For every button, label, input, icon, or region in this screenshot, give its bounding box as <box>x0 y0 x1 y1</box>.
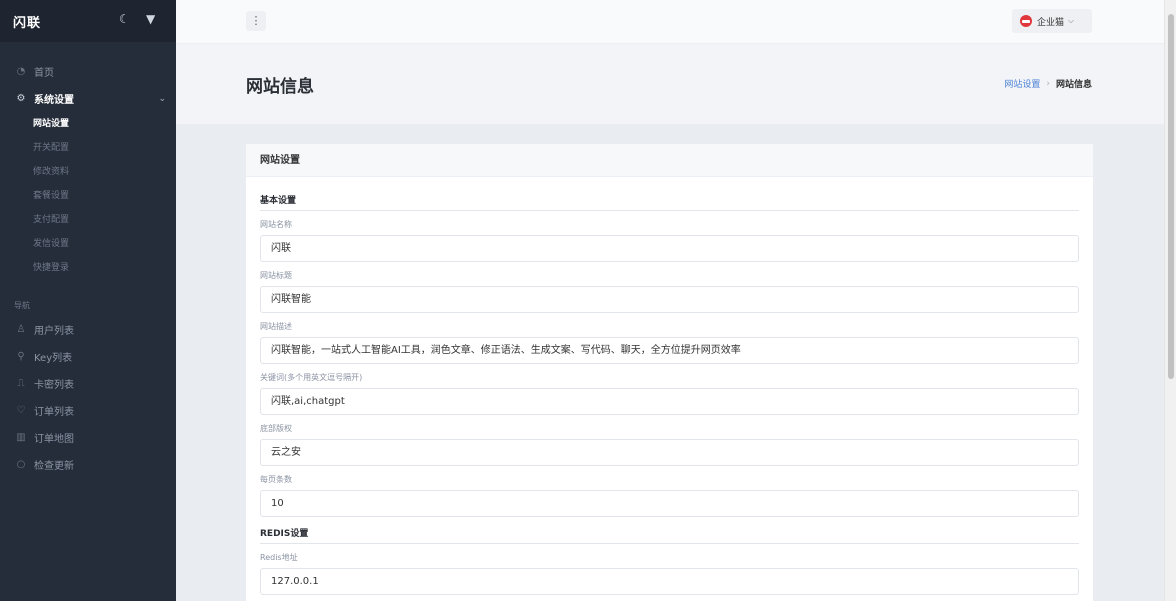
sidebar-item-label: 订单列表 <box>34 407 74 418</box>
sidebar-item-system-settings[interactable]: ⚙ 系统设置 ⌄ <box>0 85 176 112</box>
sidebar-item-order-map[interactable]: ▥ 订单地图 <box>0 424 176 451</box>
site-desc-input[interactable]: 闪联智能，一站式人工智能AI工具，润色文章、修正语法、生成文案、写代码、聊天，全… <box>260 337 1079 364</box>
chevron-right-icon: › <box>1046 78 1050 89</box>
redis-address-label: Redis地址 <box>260 553 298 562</box>
breadcrumb: 网站设置 › 网站信息 <box>1004 77 1092 91</box>
breadcrumb-current: 网站信息 <box>1055 80 1092 90</box>
sidebar: 闪联 ☾ ▼ ◔ 首页 ⚙ 系统设置 ⌄ 网站设置 开关配置 修改资料 套餐设置… <box>0 0 176 601</box>
settings-icon: ⚙ <box>16 93 26 104</box>
sidebar-subitem-quick-login[interactable]: 快捷登录 <box>0 256 176 280</box>
moon-icon[interactable]: ☾ <box>119 12 130 26</box>
sidebar-subitem-payment-config[interactable]: 支付配置 <box>0 208 176 232</box>
sidebar-item-check-update[interactable]: ○ 检查更新 <box>0 451 176 478</box>
brand-logo[interactable]: 闪联 <box>13 12 41 31</box>
sidebar-item-label: Key列表 <box>34 353 73 364</box>
sidebar-item-label: 订单地图 <box>34 434 74 445</box>
sidebar-item-label: 首页 <box>34 68 54 79</box>
sidebar-subitem-edit-profile[interactable]: 修改资料 <box>0 160 176 184</box>
top-bar: ⋮ 企业猫 ⌵ <box>176 0 1164 44</box>
scrollbar-thumb[interactable] <box>1168 14 1174 379</box>
page-size-input[interactable]: 10 <box>260 490 1079 517</box>
site-desc-label: 网站描述 <box>260 322 292 331</box>
key-icon: ⚲ <box>17 351 25 362</box>
sidebar-item-orders[interactable]: ♡ 订单列表 <box>0 397 176 424</box>
more-menu-button[interactable]: ⋮ <box>246 11 266 31</box>
sidebar-subitem-site-settings[interactable]: 网站设置 <box>0 112 176 136</box>
nav-caption: 导航 <box>14 301 30 310</box>
site-name-input[interactable]: 闪联 <box>260 235 1079 262</box>
map-icon: ▥ <box>16 432 26 443</box>
sidebar-item-label: 系统设置 <box>34 95 74 106</box>
page-size-label: 每页条数 <box>260 475 292 484</box>
user-menu-button[interactable]: 企业猫 ⌵ <box>1012 9 1092 33</box>
sidebar-item-home[interactable]: ◔ 首页 <box>0 58 176 85</box>
pin-icon[interactable]: ▼ <box>146 12 155 26</box>
breadcrumb-link[interactable]: 网站设置 <box>1004 77 1040 90</box>
site-title-label: 网站标题 <box>260 271 292 280</box>
copyright-input[interactable]: 云之安 <box>260 439 1079 466</box>
page-title: 网站信息 <box>246 77 314 97</box>
keywords-input[interactable]: 闪联,ai,chatgpt <box>260 388 1079 415</box>
sidebar-subitem-switch-config[interactable]: 开关配置 <box>0 136 176 160</box>
sidebar-subitem-mail-settings[interactable]: 发信设置 <box>0 232 176 256</box>
page-scrollbar[interactable] <box>1164 0 1176 601</box>
sidebar-header: 闪联 ☾ ▼ <box>0 0 176 42</box>
settings-card: 网站设置 基本设置 网站名称 闪联 网站标题 闪联智能 网站描述 闪联智能，一站… <box>246 144 1093 601</box>
copyright-label: 底部版权 <box>260 424 292 433</box>
heart-icon: ♡ <box>16 405 26 416</box>
keywords-label: 关键词(多个用英文逗号隔开) <box>260 373 363 382</box>
card-title: 网站设置 <box>246 144 1093 177</box>
site-title-input[interactable]: 闪联智能 <box>260 286 1079 313</box>
page-header: 网站信息 网站设置 › 网站信息 <box>176 44 1164 124</box>
sidebar-item-label: 检查更新 <box>34 461 74 472</box>
users-icon: ♙ <box>16 324 26 335</box>
home-icon: ◔ <box>16 66 26 77</box>
sidebar-item-label: 卡密列表 <box>34 380 74 391</box>
sidebar-subitem-package-settings[interactable]: 套餐设置 <box>0 184 176 208</box>
chevron-down-icon: ⌵ <box>1068 16 1075 25</box>
refresh-icon: ○ <box>16 459 26 470</box>
redis-settings-title: REDIS设置 <box>260 517 1079 544</box>
basic-settings-title: 基本设置 <box>260 177 1079 211</box>
site-name-label: 网站名称 <box>260 220 292 229</box>
user-name: 企业猫 <box>1037 17 1065 28</box>
sidebar-item-cards[interactable]: ⎍ 卡密列表 <box>0 370 176 397</box>
sidebar-item-keys[interactable]: ⚲ Key列表 <box>0 343 176 370</box>
chevron-down-icon: ⌄ <box>158 93 166 104</box>
redis-address-input[interactable]: 127.0.0.1 <box>260 568 1079 595</box>
avatar <box>1020 15 1032 27</box>
card-icon: ⎍ <box>17 378 25 389</box>
sidebar-item-users[interactable]: ♙ 用户列表 <box>0 316 176 343</box>
sidebar-item-label: 用户列表 <box>34 326 74 337</box>
